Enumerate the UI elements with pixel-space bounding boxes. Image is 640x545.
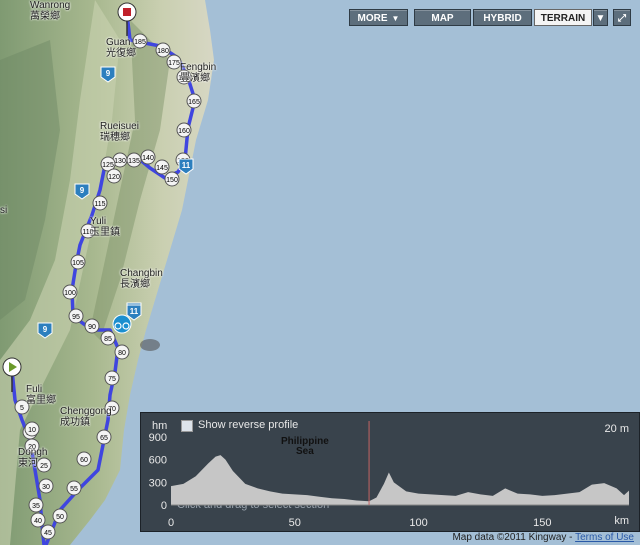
route-km-marker[interactable]: 100 <box>62 284 78 300</box>
hybrid-button[interactable]: HYBRID <box>473 9 532 26</box>
place-changbin: Changbin 長濱鄉 <box>120 268 163 290</box>
elevation-profile[interactable]: hm Show reverse profile 20 m km Click an… <box>140 412 640 532</box>
route-km-label: 50 <box>56 514 64 521</box>
route-km-marker[interactable]: 120 <box>106 168 122 184</box>
route-km-label: 80 <box>118 350 126 357</box>
route-km-marker[interactable]: 105 <box>70 254 86 270</box>
y-tick-label: 600 <box>149 455 167 467</box>
route-km-marker[interactable]: 180 <box>155 42 171 58</box>
route-km-label: 105 <box>72 260 84 267</box>
place-chenggong: Chenggong 成功鎮 <box>60 406 112 428</box>
cycle-icon[interactable] <box>112 314 132 334</box>
terms-link[interactable]: Terms of Use <box>575 532 634 543</box>
y-tick-label: 300 <box>149 477 167 489</box>
route-km-label: 175 <box>168 60 180 67</box>
route-km-marker[interactable]: 95 <box>68 308 84 324</box>
route-km-marker[interactable]: 140 <box>140 149 156 165</box>
route-km-label: 45 <box>44 530 52 537</box>
route-km-marker[interactable]: 175 <box>166 54 182 70</box>
route-km-marker[interactable]: 85 <box>100 330 116 346</box>
route-km-label: 100 <box>64 290 76 297</box>
route-km-label: 85 <box>104 336 112 343</box>
x-tick-label: 100 <box>409 517 427 529</box>
route-km-marker[interactable]: 10 <box>24 421 40 437</box>
route-km-marker[interactable]: 35 <box>28 497 44 513</box>
route-km-marker[interactable]: 90 <box>84 318 100 334</box>
route-km-marker[interactable]: 160 <box>176 122 192 138</box>
route-km-label: 35 <box>32 503 40 510</box>
place-ruisui: Rueisuei 瑞穗鄉 <box>100 121 139 143</box>
highway-shield-label: 9 <box>106 69 111 78</box>
route-km-marker[interactable]: 145 <box>154 159 170 175</box>
route-km-marker[interactable]: 165 <box>186 93 202 109</box>
route-km-marker[interactable]: 45 <box>40 524 56 540</box>
route-km-label: 115 <box>94 201 105 208</box>
highway-shield-label: 11 <box>130 307 139 316</box>
highway-shield-label: 9 <box>43 325 48 334</box>
y-tick-label: 0 <box>161 500 167 512</box>
route-km-label: 5 <box>20 405 24 412</box>
terrain-dropdown-button[interactable]: ▼ <box>593 9 608 26</box>
route-km-label: 150 <box>166 177 178 184</box>
route-km-label: 60 <box>80 457 88 464</box>
route-km-label: 160 <box>178 128 190 135</box>
route-km-marker[interactable]: 115 <box>92 195 108 211</box>
route-km-label: 75 <box>108 376 116 383</box>
route-km-marker[interactable]: 80 <box>114 344 130 360</box>
route-km-marker[interactable]: 50 <box>52 508 68 524</box>
attribution: Map data ©2011 Kingway - Terms of Use <box>452 532 634 543</box>
place-fengbin: Fengbin 豐濱鄉 <box>180 62 217 84</box>
route-km-label: 180 <box>157 48 169 55</box>
place-donghe: Dongh 東河 <box>18 447 48 469</box>
route-km-marker[interactable]: 40 <box>30 512 46 528</box>
route-km-marker[interactable]: 55 <box>66 480 82 496</box>
route-km-label: 65 <box>100 435 108 442</box>
route-km-label: 10 <box>28 427 36 434</box>
route-km-label: 55 <box>70 486 78 493</box>
y-tick-label: 900 <box>149 432 167 444</box>
route-km-marker[interactable]: 30 <box>38 478 54 494</box>
route-km-label: 40 <box>34 518 42 525</box>
highway-shield-label: 9 <box>80 186 85 195</box>
terrain-button[interactable]: TERRAIN <box>534 9 592 26</box>
route-km-label: 95 <box>72 314 80 321</box>
place-wanrong: Wanrong 萬榮鄉 <box>30 0 71 22</box>
place-yuli: Yuli 玉里鎮 <box>90 216 120 238</box>
route-km-label: 130 <box>114 158 126 165</box>
highway-shield-label: 11 <box>182 161 191 170</box>
route-km-label: 135 <box>128 158 140 165</box>
route-km-marker[interactable]: 75 <box>104 370 120 386</box>
route-km-label: 125 <box>102 162 114 169</box>
route-km-marker[interactable]: 150 <box>164 171 180 187</box>
x-tick-label: 0 <box>168 517 174 529</box>
route-km-label: 30 <box>42 484 50 491</box>
route-km-marker[interactable]: 135 <box>126 152 142 168</box>
place-edge: si <box>0 205 8 216</box>
route-km-marker[interactable]: 60 <box>76 451 92 467</box>
elevation-area[interactable] <box>171 455 629 505</box>
x-tick-label: 150 <box>533 517 551 529</box>
route-km-marker[interactable]: 65 <box>96 429 112 445</box>
island <box>140 339 160 351</box>
route-km-label: 165 <box>188 99 200 106</box>
place-guanfu: Guan 光復鄉 <box>106 37 136 59</box>
more-button[interactable]: MORE ▼ <box>349 9 408 26</box>
route-km-label: 90 <box>88 324 96 331</box>
x-tick-label: 50 <box>289 517 301 529</box>
fullscreen-icon[interactable]: ⤢ <box>613 9 631 26</box>
route-km-label: 120 <box>108 174 120 181</box>
elevation-chart[interactable]: 0 300 600 900 0 50 100 150 <box>141 413 639 531</box>
map-button[interactable]: MAP <box>414 9 471 26</box>
route-km-label: 145 <box>156 165 168 172</box>
place-fuli: Fuli 富里鄉 <box>26 384 56 406</box>
route-km-label: 140 <box>142 155 154 162</box>
